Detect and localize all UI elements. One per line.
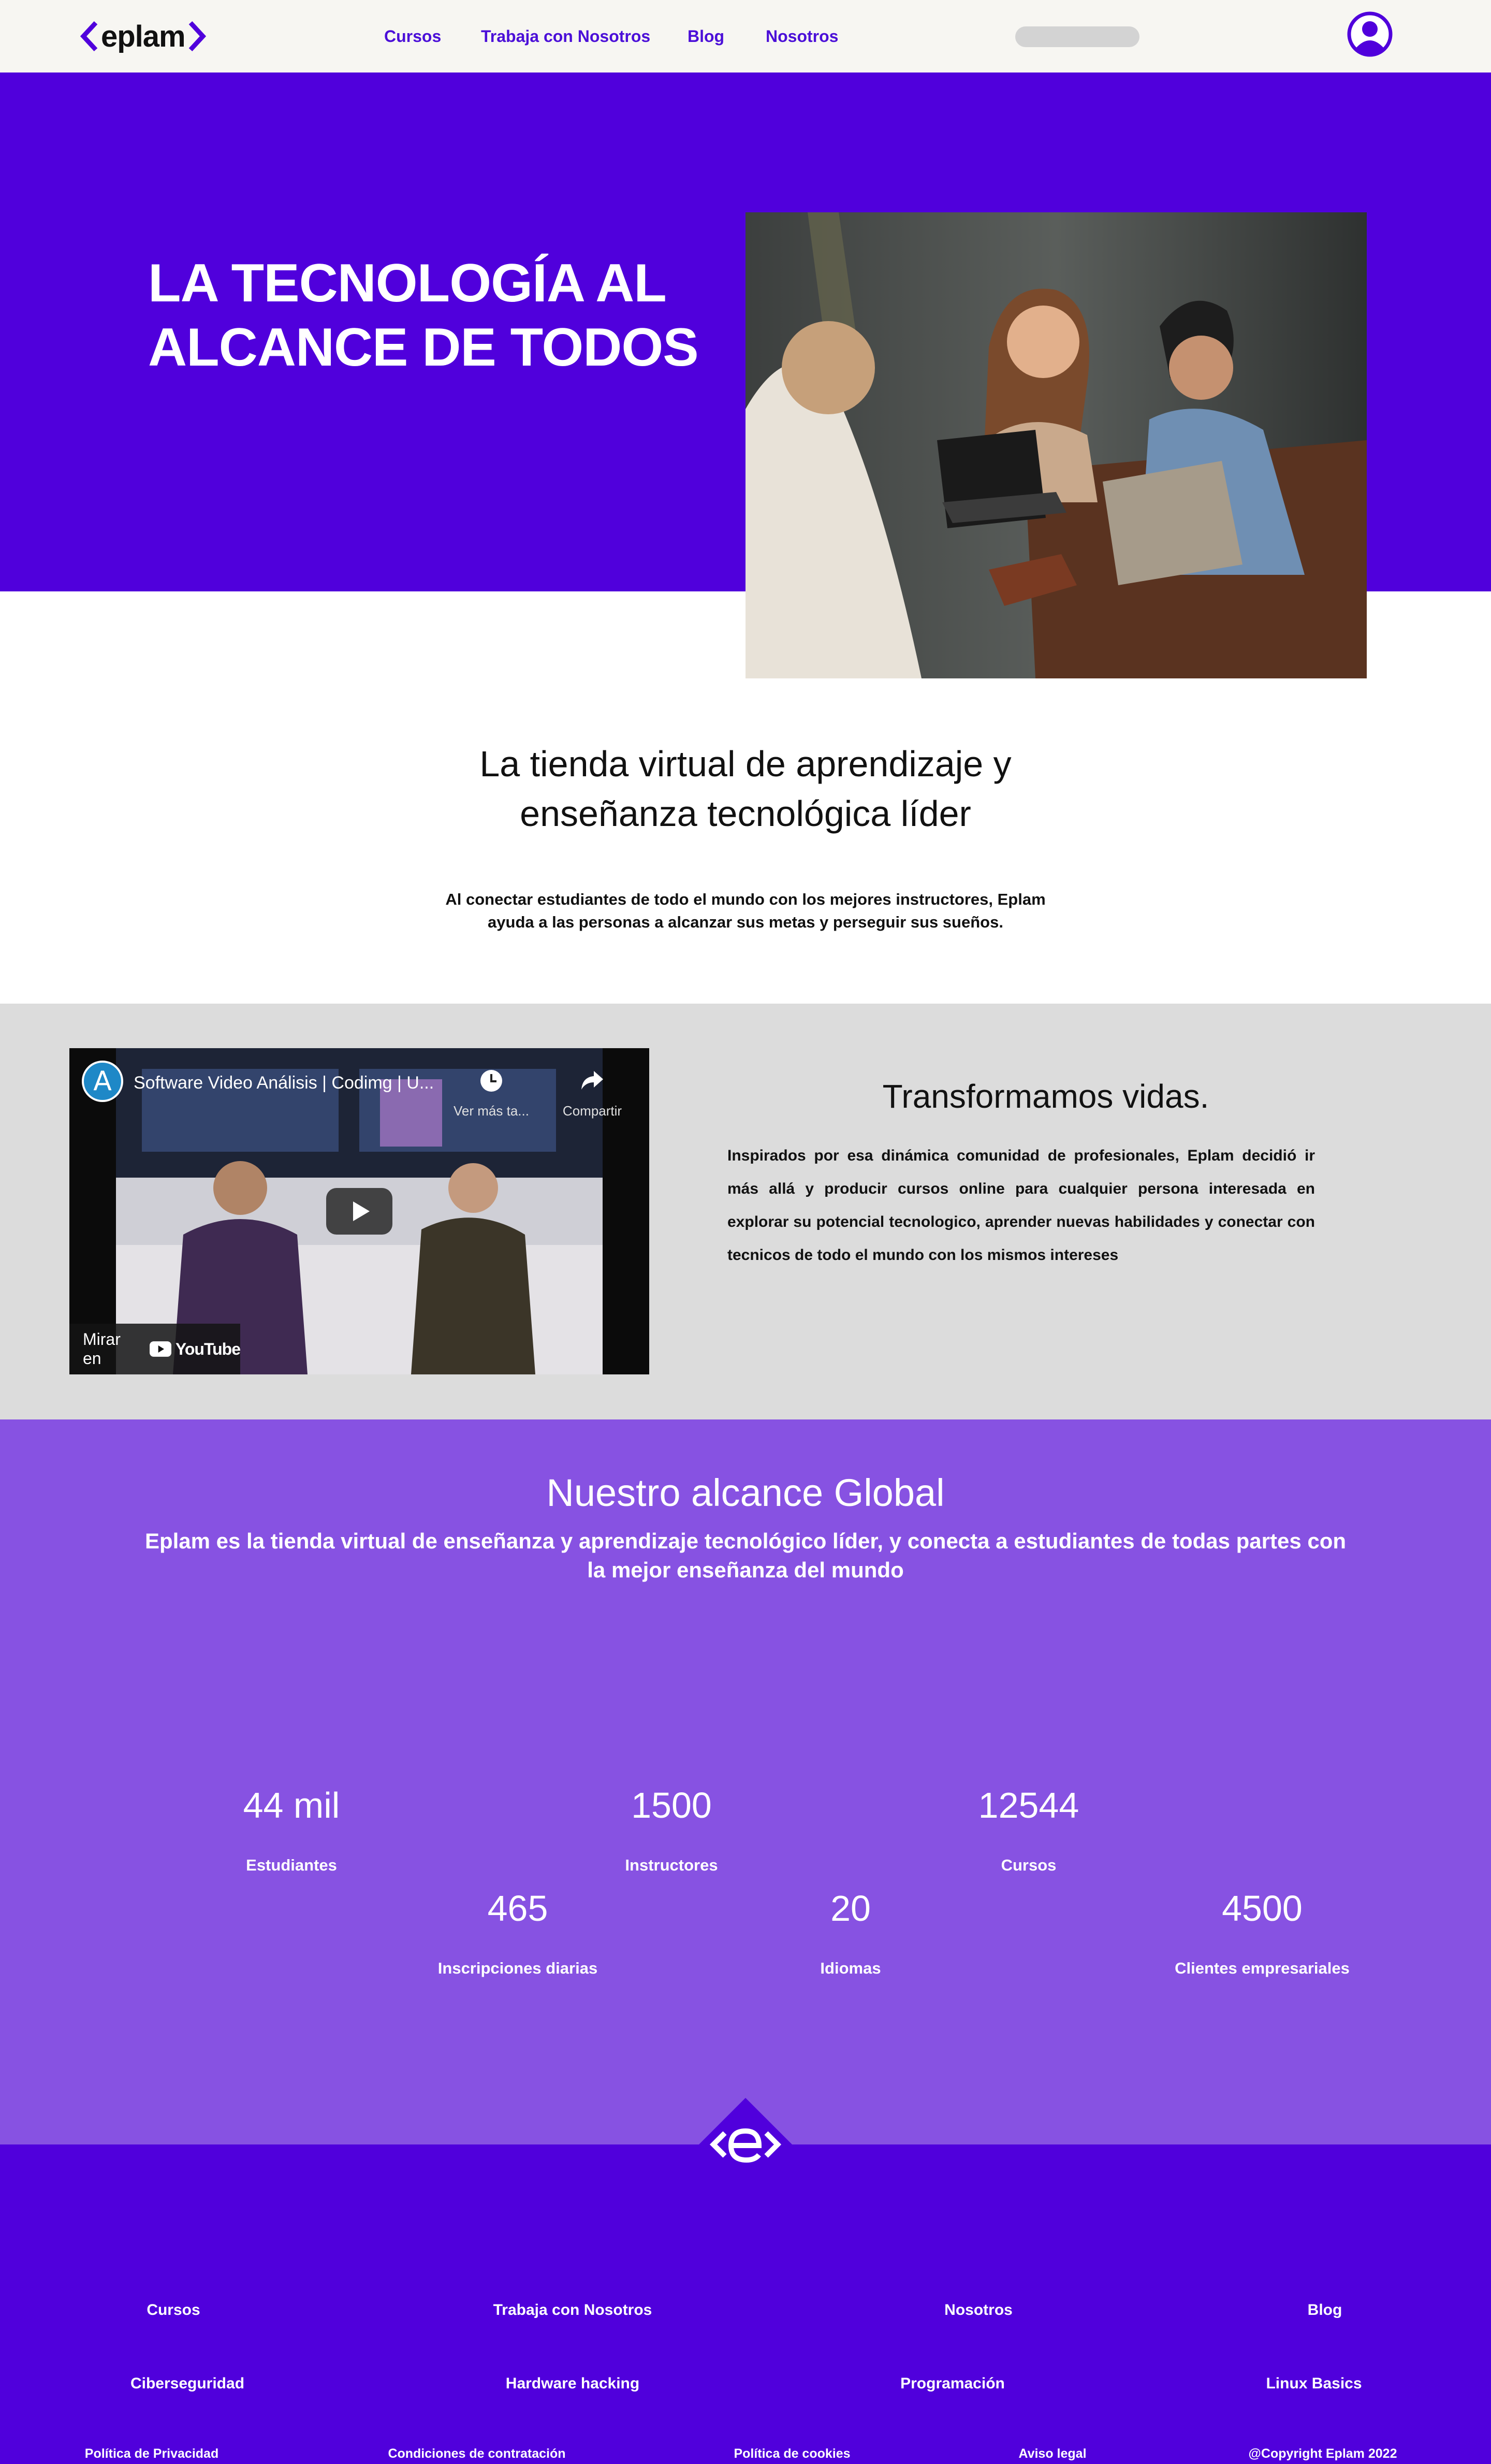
transform-heading: Transformamos vidas. [882, 1078, 1209, 1115]
stat-label: Cursos [1001, 1856, 1057, 1874]
video-title[interactable]: Software Video Análisis | Codimg | U... [134, 1073, 434, 1093]
stat-cursos: 12544 Cursos [873, 1785, 1184, 1875]
user-avatar-icon[interactable] [1347, 11, 1393, 57]
footer-legal-cookies[interactable]: Política de cookies [673, 2446, 911, 2461]
footer-course-ciberseguridad[interactable]: Ciberseguridad [58, 2375, 317, 2393]
stat-value: 1500 [631, 1785, 712, 1825]
hero-title: LA TECNOLOGÍA AL ALCANCE DE TODOS [148, 251, 718, 380]
youtube-video-embed[interactable]: A Software Video Análisis | Codimg | U..… [69, 1048, 649, 1374]
footer-legal-privacidad[interactable]: Política de Privacidad [33, 2446, 271, 2461]
share-button[interactable]: Compartir [551, 1059, 634, 1119]
stat-inscripciones: 465 Inscripciones diarias [362, 1888, 673, 1978]
chevron-right-icon [188, 21, 206, 52]
stat-label: Idiomas [820, 1959, 881, 1977]
channel-letter: A [93, 1066, 112, 1097]
eplam-emblem-icon [699, 2098, 792, 2191]
footer-course-linux[interactable]: Linux Basics [1185, 2375, 1443, 2393]
reach-subheading: Eplam es la tienda virtual de enseñanza … [144, 1529, 1347, 1582]
logo-text: eplam [101, 19, 186, 53]
stat-value: 4500 [1222, 1888, 1303, 1929]
footer-link-blog[interactable]: Blog [1195, 2301, 1454, 2319]
chevron-left-icon [80, 21, 98, 52]
footer-link-nosotros[interactable]: Nosotros [849, 2301, 1108, 2319]
watch-on-youtube-button[interactable]: Mirar en YouTube [69, 1324, 241, 1374]
footer-course-hardware[interactable]: Hardware hacking [443, 2375, 702, 2393]
footer-copyright: @Copyright Eplam 2022 [1248, 2446, 1397, 2461]
stat-value: 12544 [978, 1785, 1079, 1825]
stat-label: Clientes empresariales [1175, 1959, 1350, 1977]
nav-link-trabaja[interactable]: Trabaja con Nosotros [481, 27, 650, 46]
share-icon [581, 1071, 603, 1090]
watch-later-label: Ver más ta... [454, 1103, 529, 1119]
top-navbar: eplam Cursos Trabaja con Nosotros Blog N… [0, 0, 1491, 73]
transform-text: Inspirados por esa dinámica comunidad de… [727, 1147, 1315, 1264]
footer-link-trabaja[interactable]: Trabaja con Nosotros [443, 2301, 702, 2319]
watch-on-label: Mirar en [83, 1330, 121, 1368]
hero-photo [746, 212, 1367, 678]
stat-value: 465 [487, 1888, 548, 1929]
reach-heading: Nuestro alcance Global [546, 1471, 945, 1514]
footer-legal-aviso[interactable]: Aviso legal [933, 2446, 1172, 2461]
footer-course-programacion[interactable]: Programación [823, 2375, 1082, 2393]
hero-title-line-2: ALCANCE DE TODOS [148, 317, 699, 378]
stat-estudiantes: 44 mil Estudiantes [136, 1785, 447, 1875]
nav-link-cursos[interactable]: Cursos [384, 27, 441, 46]
footer-link-cursos[interactable]: Cursos [44, 2301, 303, 2319]
hero-title-line-1: LA TECNOLOGÍA AL [148, 253, 667, 313]
youtube-logo-icon [149, 1341, 171, 1357]
intro-text-line-2: ayuda a las personas a alcanzar sus meta… [488, 913, 1003, 931]
clock-icon [480, 1070, 502, 1092]
share-label: Compartir [562, 1103, 622, 1119]
stat-clientes: 4500 Clientes empresariales [1107, 1888, 1417, 1978]
intro-heading: La tienda virtual de aprendizaje y enseñ… [383, 739, 1108, 838]
search-input[interactable] [1015, 26, 1139, 47]
intro-heading-line-2: enseñanza tecnológica líder [520, 793, 971, 834]
stat-idiomas: 20 Idiomas [695, 1888, 1006, 1978]
stat-label: Instructores [625, 1856, 718, 1874]
intro-heading-line-1: La tienda virtual de aprendizaje y [479, 744, 1012, 784]
stat-value: 20 [830, 1888, 871, 1929]
eplam-logo[interactable]: eplam [80, 20, 206, 53]
intro-text: Al conectar estudiantes de todo el mundo… [435, 888, 1056, 934]
stat-label: Estudiantes [246, 1856, 337, 1874]
stat-label: Inscripciones diarias [437, 1959, 598, 1977]
play-button[interactable] [326, 1188, 392, 1235]
nav-link-blog[interactable]: Blog [688, 27, 724, 46]
nav-link-nosotros[interactable]: Nosotros [766, 27, 838, 46]
channel-avatar[interactable]: A [82, 1061, 123, 1102]
stat-value: 44 mil [243, 1785, 340, 1825]
stat-instructores: 1500 Instructores [516, 1785, 827, 1875]
intro-text-line-1: Al conectar estudiantes de todo el mundo… [445, 890, 1046, 908]
youtube-label: YouTube [175, 1339, 241, 1358]
watch-later-button[interactable]: Ver más ta... [452, 1059, 530, 1119]
footer-legal-contratacion[interactable]: Condiciones de contratación [358, 2446, 596, 2461]
play-icon [353, 1201, 370, 1221]
